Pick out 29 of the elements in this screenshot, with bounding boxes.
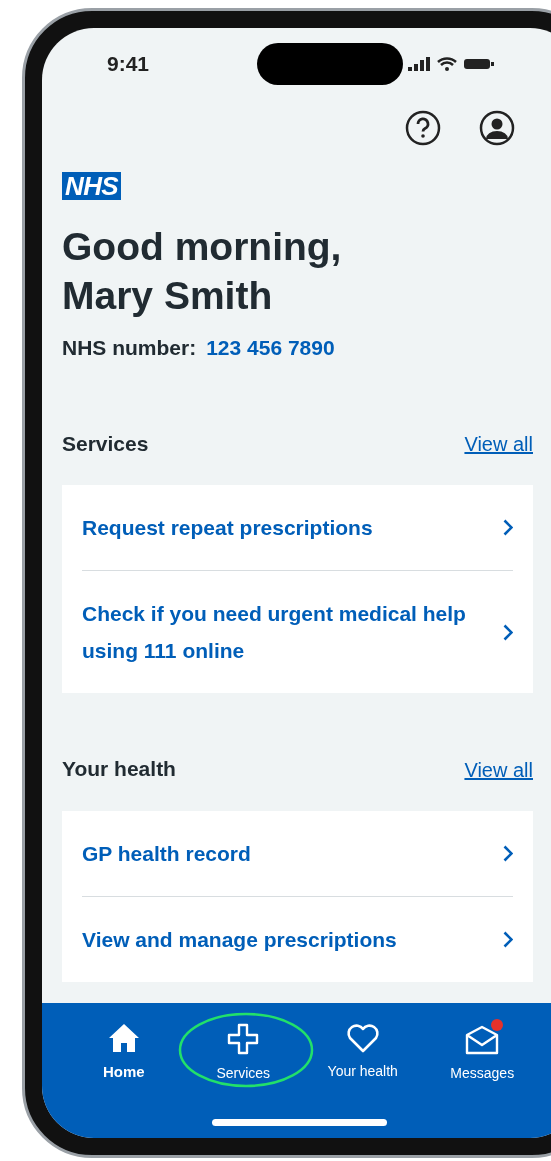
heart-icon bbox=[345, 1023, 380, 1053]
card-link[interactable]: View and manage prescriptions bbox=[82, 895, 513, 982]
help-icon[interactable] bbox=[405, 110, 441, 146]
greeting-heading: Good morning, Mary Smith bbox=[62, 224, 343, 319]
envelope-icon bbox=[465, 1023, 500, 1055]
nav-tab[interactable]: Your health bbox=[303, 1023, 423, 1084]
card-link[interactable]: Check if you need urgent medical help using 111 online bbox=[82, 570, 513, 693]
nav-tab[interactable]: Messages bbox=[422, 1023, 542, 1084]
nav-tab[interactable]: Home bbox=[64, 1023, 184, 1084]
chevron-icon bbox=[503, 930, 513, 948]
home-icon bbox=[107, 1023, 140, 1053]
nhs-logo: NHS bbox=[62, 172, 121, 200]
status-time: 9:41 bbox=[107, 51, 151, 78]
chevron-icon bbox=[503, 623, 513, 641]
cross-icon bbox=[227, 1023, 260, 1055]
view-all-link[interactable]: View all bbox=[464, 754, 533, 785]
card-link[interactable]: Request repeat prescriptions bbox=[82, 485, 513, 570]
nhs-number: 123 456 7890 bbox=[206, 335, 335, 361]
card-link[interactable]: GP health record bbox=[82, 810, 513, 896]
view-all-link[interactable]: View all bbox=[464, 429, 533, 459]
nhs-number-label: NHS number: bbox=[62, 335, 197, 361]
section-heading: Your health bbox=[62, 756, 176, 782]
signal-icon bbox=[408, 57, 430, 71]
wifi-icon bbox=[437, 57, 457, 71]
section-heading: Services bbox=[62, 430, 149, 457]
chevron-icon bbox=[503, 844, 513, 862]
profile-icon[interactable] bbox=[479, 110, 515, 146]
battery-icon bbox=[464, 58, 494, 70]
chevron-icon bbox=[503, 519, 513, 536]
